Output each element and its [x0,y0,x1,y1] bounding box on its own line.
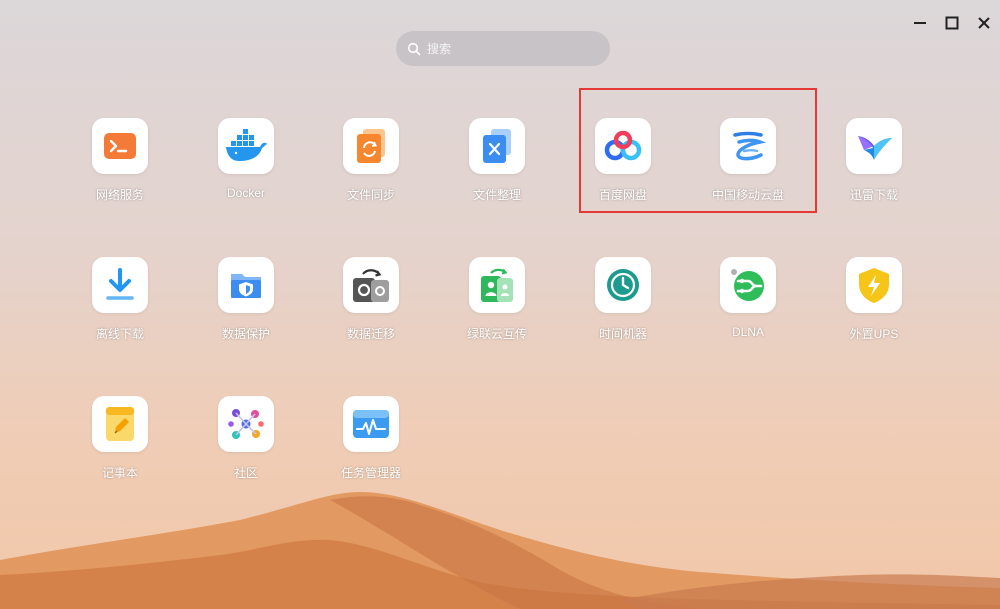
app-label: 数据保护 [221,327,270,341]
app-label: 中国移动云盘 [711,188,784,202]
app-icon-box [469,257,525,313]
search-input[interactable] [425,40,599,57]
notepad-icon [106,407,134,441]
app-icon-box [595,118,651,174]
app-data-protect[interactable]: 数据保护 [191,257,301,367]
app-icon-box [343,118,399,174]
app-label: 数据迁移 [346,327,395,341]
app-label: 百度网盘 [598,188,647,202]
baidu-netdisk-icon [604,130,642,161]
app-dlna[interactable]: DLNA [693,257,803,367]
app-icon-box [343,396,399,452]
app-icon-box [846,257,902,313]
docker-icon [226,129,267,161]
app-baidu-netdisk[interactable]: 百度网盘 [568,118,678,228]
close-icon [978,17,990,29]
maximize-icon [945,16,959,30]
app-time-machine[interactable]: 时间机器 [568,257,678,367]
app-label: 社区 [233,466,258,480]
task-manager-icon [353,410,389,438]
search-bar[interactable] [396,31,610,66]
time-machine-icon [607,269,639,301]
app-community[interactable]: 社区 [191,396,301,506]
app-xunlei[interactable]: 迅雷下载 [819,118,929,228]
app-icon-box [469,118,525,174]
close-button[interactable] [971,10,997,36]
download-icon [106,268,134,300]
minimize-button[interactable] [907,10,933,36]
app-file-sync[interactable]: 文件同步 [316,118,426,228]
app-label: 任务管理器 [340,466,401,480]
minimize-icon [914,22,926,24]
app-icon-box [720,257,776,313]
app-label: 时间机器 [598,327,647,341]
app-icon-box [343,257,399,313]
dlna-icon [731,269,764,301]
app-cmcc-cloud[interactable]: 中国移动云盘 [693,118,803,228]
app-label: 网络服务 [95,188,144,202]
app-icon-box [720,118,776,174]
cmcc-cloud-icon [733,131,767,161]
app-label: 绿联云互传 [466,327,527,341]
data-migrate-icon [353,269,389,302]
terminal-icon [104,133,136,159]
app-icon-box [846,118,902,174]
app-label: 离线下载 [95,327,144,341]
app-data-migrate[interactable]: 数据迁移 [316,257,426,367]
app-offline-download[interactable]: 离线下载 [65,257,175,367]
file-organize-icon [483,129,511,163]
ups-icon [859,268,889,303]
app-label: 迅雷下载 [849,188,898,202]
app-label: 外置UPS [849,327,899,341]
app-notepad[interactable]: 记事本 [65,396,175,506]
app-docker[interactable]: Docker [191,118,301,228]
maximize-button[interactable] [939,10,965,36]
app-ugreen-transfer[interactable]: 绿联云互传 [442,257,552,367]
app-label: 记事本 [101,466,138,480]
app-icon-box [92,396,148,452]
app-label: DLNA [731,325,764,339]
app-icon-box [92,118,148,174]
app-label: 文件整理 [472,188,521,202]
file-sync-icon [357,129,385,163]
app-label: 文件同步 [346,188,395,202]
app-network-service[interactable]: 网络服务 [65,118,175,228]
app-icon-box [92,257,148,313]
data-protect-icon [231,274,261,298]
app-icon-box [218,396,274,452]
app-label: Docker [226,186,265,200]
app-icon-box [595,257,651,313]
app-external-ups[interactable]: 外置UPS [819,257,929,367]
search-icon [407,42,421,55]
transfer-icon [481,268,513,302]
community-icon [228,409,264,439]
xunlei-icon [858,136,892,160]
app-icon-box [218,257,274,313]
app-icon-box [218,118,274,174]
app-task-manager[interactable]: 任务管理器 [316,396,426,506]
app-file-organize[interactable]: 文件整理 [442,118,552,228]
